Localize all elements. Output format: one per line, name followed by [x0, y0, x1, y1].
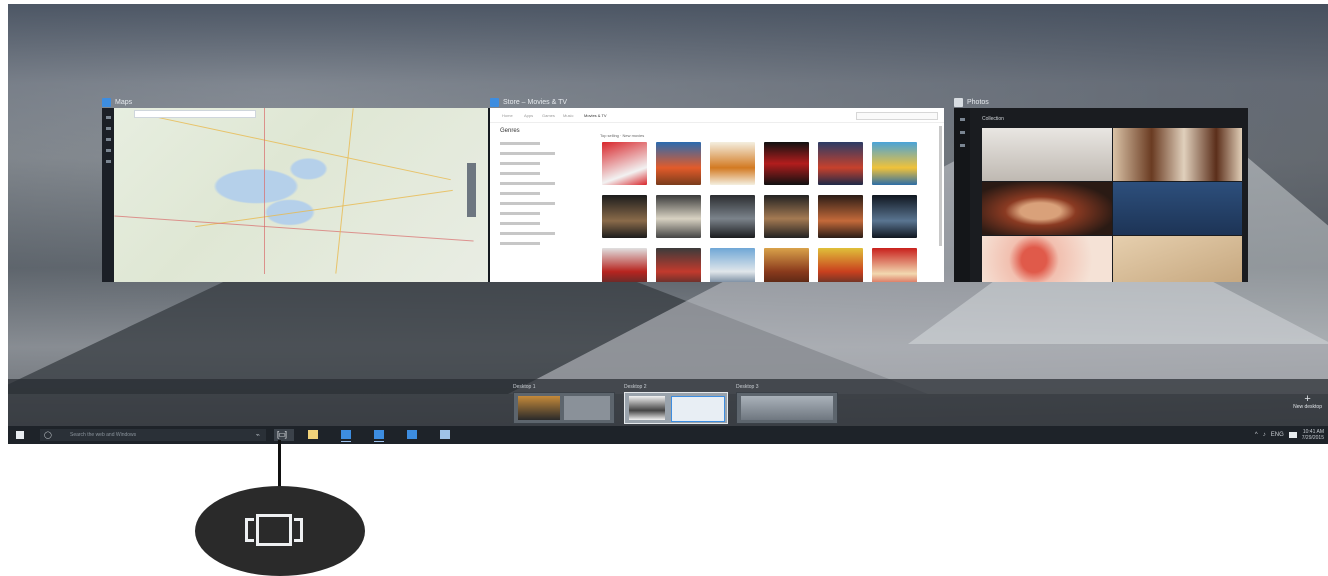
plus-icon: + [1304, 393, 1311, 405]
taskbar: ◯ Search the web and Windows ⌁ [▭] ^ ♪ E… [8, 426, 1328, 444]
movie-poster[interactable] [818, 248, 863, 282]
windows-start-icon[interactable] [16, 431, 24, 439]
photo-tile[interactable] [1112, 182, 1242, 235]
movie-poster[interactable] [656, 248, 701, 282]
store-nav-item[interactable]: Music [563, 113, 573, 118]
chevron-up-icon[interactable]: ^ [1255, 432, 1258, 438]
window-title-bar: Maps [102, 96, 490, 108]
sidebar-heading: Genres [500, 128, 520, 134]
desktop-thumbnail-2[interactable] [624, 392, 728, 424]
task-view-callout [195, 486, 365, 576]
search-circle-icon: ◯ [44, 432, 52, 439]
store-nav-bar: Home Apps Games Music Movies & TV [490, 108, 944, 123]
movie-poster[interactable] [602, 248, 647, 282]
photo-tile[interactable] [1112, 128, 1242, 181]
movie-poster[interactable] [764, 142, 809, 185]
movie-poster[interactable] [656, 195, 701, 238]
map-zoom-controls[interactable] [467, 163, 476, 217]
clock[interactable]: 10:41 AM 7/29/2015 [1302, 429, 1324, 441]
store-search-input[interactable] [856, 112, 938, 120]
movie-poster[interactable] [764, 248, 809, 282]
movie-poster[interactable] [710, 195, 755, 238]
virtual-desktops-strip: Desktop 1 Desktop 2 Desktop 3 + New desk… [8, 379, 1328, 426]
window-thumbnail-maps[interactable]: Maps [102, 96, 490, 282]
window-thumbnail-store[interactable]: Store – Movies & TV Home Apps Games Musi… [490, 96, 944, 282]
volume-icon[interactable]: ♪ [1263, 432, 1266, 438]
store-nav-item[interactable]: Home [502, 113, 513, 118]
photos-content: Collection [954, 108, 1248, 282]
movie-poster[interactable] [818, 142, 863, 185]
movie-grid [602, 142, 917, 282]
new-desktop-label: New desktop [1293, 404, 1322, 410]
search-placeholder: Search the web and Windows [70, 432, 137, 438]
store-sidebar: Genres [500, 128, 570, 282]
maps-app-icon [102, 97, 111, 107]
window-title-bar: Store – Movies & TV [490, 96, 944, 108]
photos-section-header: Collection [982, 116, 1004, 122]
store-nav-item-active[interactable]: Movies & TV [584, 113, 607, 118]
photo-grid [982, 128, 1242, 282]
mail-taskbar-icon[interactable] [407, 430, 417, 439]
clock-date: 7/29/2015 [1301, 435, 1324, 441]
store-nav-item[interactable]: Apps [524, 113, 533, 118]
window-title: Store – Movies & TV [503, 98, 568, 106]
desktop-thumbnail-1[interactable] [513, 392, 615, 424]
movie-poster[interactable] [872, 142, 917, 185]
store-content: Home Apps Games Music Movies & TV Genres… [490, 108, 944, 282]
photos-app-icon [954, 97, 963, 107]
photo-tile[interactable] [982, 128, 1112, 181]
movie-poster[interactable] [656, 142, 701, 185]
movie-poster[interactable] [602, 195, 647, 238]
window-title: Maps [115, 98, 133, 106]
store-scrollbar[interactable] [939, 126, 942, 246]
language-indicator[interactable]: ENG [1271, 432, 1284, 438]
window-thumbnail-photos[interactable]: Photos Collection [954, 96, 1248, 282]
window-title: Photos [967, 98, 989, 106]
photos-nav-rail [954, 108, 970, 282]
window-title-bar: Photos [954, 96, 1248, 108]
file-explorer-icon[interactable] [308, 430, 318, 439]
maps-content [102, 108, 490, 282]
message-icon[interactable] [1288, 432, 1297, 438]
task-view-button[interactable]: [▭] [274, 429, 294, 441]
store-nav-item[interactable]: Games [542, 113, 555, 118]
store-section-label: Top selling · New movies [600, 133, 645, 138]
photo-tile[interactable] [982, 182, 1112, 235]
task-view-icon: [▭] [277, 430, 287, 439]
maps-nav-rail [102, 108, 114, 282]
store-app-icon [490, 97, 499, 107]
desktop-label: Desktop 1 [513, 384, 536, 390]
map-canvas[interactable] [114, 108, 488, 282]
movie-poster[interactable] [818, 195, 863, 238]
maps-taskbar-icon[interactable] [341, 430, 351, 442]
new-desktop-button[interactable]: + New desktop [1293, 393, 1322, 411]
desktop-label-active: Desktop 2 [624, 384, 647, 390]
mic-icon[interactable]: ⌁ [256, 431, 260, 439]
map-search-input[interactable] [134, 110, 256, 118]
desktop-background: Maps Store – Movies & TV Home Apps Games… [8, 4, 1328, 444]
callout-pointer-line [278, 440, 281, 488]
desktop-label: Desktop 3 [736, 384, 759, 390]
movie-poster[interactable] [764, 195, 809, 238]
movie-poster[interactable] [710, 248, 755, 282]
photo-tile[interactable] [982, 236, 1112, 282]
task-view-icon [245, 514, 303, 546]
movie-poster[interactable] [872, 195, 917, 238]
system-tray: ^ ♪ ENG 10:41 AM 7/29/2015 [1255, 429, 1324, 441]
movie-poster[interactable] [602, 142, 647, 185]
taskbar-search-input[interactable]: ◯ Search the web and Windows ⌁ [40, 429, 266, 441]
photo-tile[interactable] [1112, 236, 1242, 282]
desktop-thumbnail-3[interactable] [736, 392, 838, 424]
store-taskbar-icon[interactable] [374, 430, 384, 442]
movie-poster[interactable] [710, 142, 755, 185]
movie-poster[interactable] [872, 248, 917, 282]
photos-taskbar-icon[interactable] [440, 430, 450, 439]
